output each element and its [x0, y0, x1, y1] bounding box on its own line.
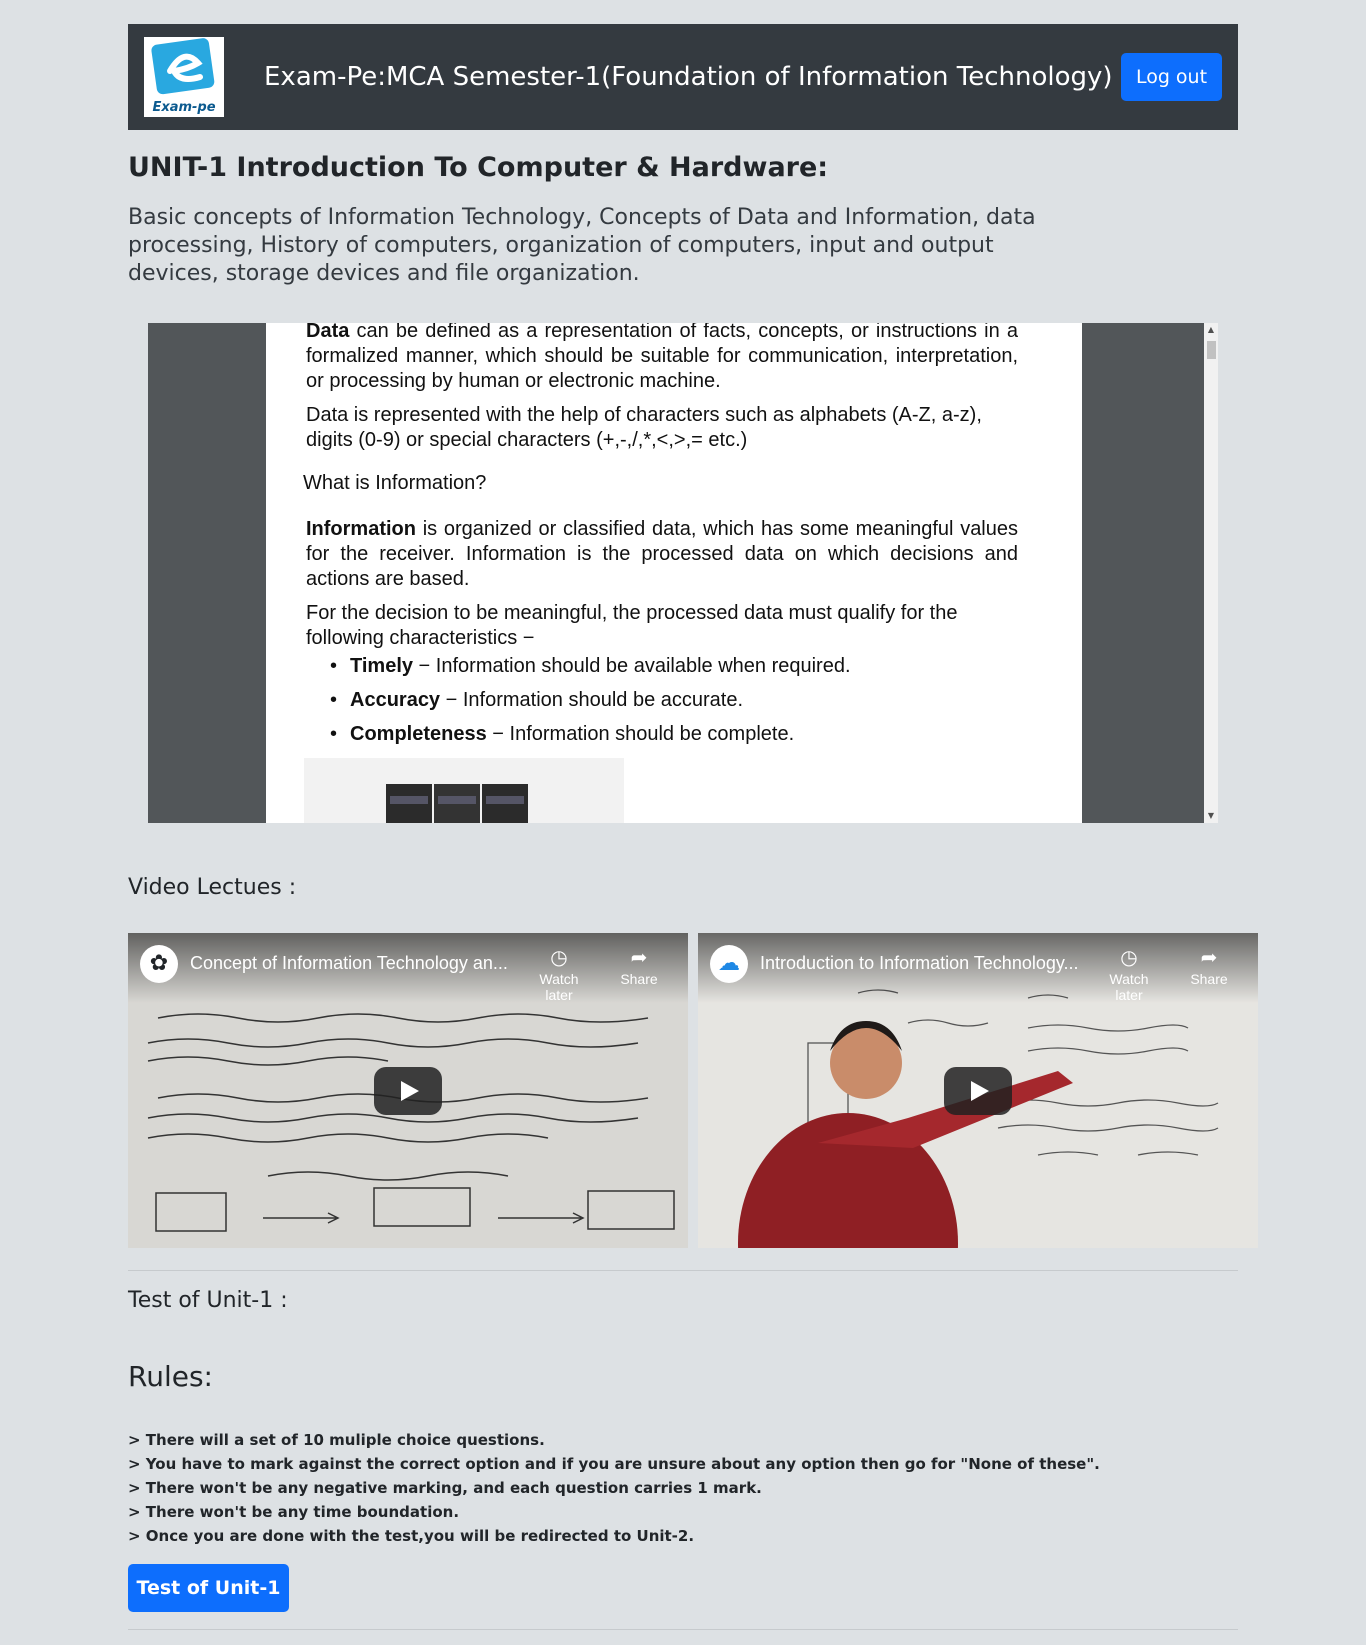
- rule-item: > There won't be any negative marking, a…: [128, 1479, 762, 1497]
- video-title[interactable]: Concept of Information Technology an...: [190, 953, 510, 974]
- list-item: • Completeness − Information should be co…: [306, 717, 1018, 751]
- rule-item: > There won't be any time boundation.: [128, 1503, 460, 1521]
- site-title: Exam-Pe:MCA Semester-1(Foundation of Inf…: [264, 62, 1113, 92]
- watch-later-button[interactable]: ◷ Watch later: [1094, 945, 1164, 1003]
- rules-list: > There will a set of 10 muliple choice …: [128, 1428, 1100, 1548]
- computer-units-icon: [386, 784, 528, 823]
- play-button[interactable]: [374, 1067, 442, 1115]
- watch-later-button[interactable]: ◷ Watch later: [524, 945, 594, 1003]
- share-button[interactable]: ➦ Share: [1174, 945, 1244, 987]
- divider: [128, 1629, 1238, 1630]
- scroll-thumb[interactable]: [1207, 341, 1216, 359]
- logo-text: Exam-pe: [152, 100, 216, 115]
- cloud-play-icon[interactable]: ☁: [710, 945, 748, 983]
- pdf-text: − Information should be complete.: [486, 723, 795, 745]
- pdf-scrollbar[interactable]: ▲ ▼: [1204, 323, 1218, 823]
- share-arrow-icon: ➦: [630, 947, 648, 969]
- pdf-term-data: Data: [306, 323, 350, 342]
- pdf-text: − Information should be available when r…: [413, 655, 851, 677]
- play-button[interactable]: [944, 1067, 1012, 1115]
- test-section-label: Test of Unit-1 :: [128, 1288, 288, 1313]
- pdf-term: Accuracy: [350, 689, 441, 711]
- pdf-characteristics-list: • Timely − Information should be availabl…: [306, 649, 1018, 751]
- share-label: Share: [1190, 971, 1228, 987]
- site-header: Exam-pe Exam-Pe:MCA Semester-1(Foundatio…: [128, 24, 1238, 130]
- share-button[interactable]: ➦ Share: [604, 945, 674, 987]
- pdf-term: Completeness: [350, 723, 487, 745]
- clock-icon: ◷: [1120, 947, 1138, 969]
- logo-e-icon: [151, 38, 215, 95]
- video-section-label: Video Lectues :: [128, 875, 297, 900]
- start-test-button[interactable]: Test of Unit-1: [128, 1564, 289, 1612]
- flower-icon[interactable]: ✿: [140, 945, 178, 983]
- watch-later-label: Watch later: [539, 971, 579, 1003]
- pdf-viewer[interactable]: Data can be defined as a representation …: [148, 323, 1218, 823]
- video-title[interactable]: Introduction to Information Technology..…: [760, 953, 1080, 974]
- pdf-paragraph-information: Information is organized or classified d…: [306, 517, 1018, 592]
- share-label: Share: [620, 971, 658, 987]
- unit-title: UNIT-1 Introduction To Computer & Hardwa…: [128, 152, 829, 183]
- list-item: • Accuracy − Information should be accura…: [306, 683, 1018, 717]
- pdf-computer-image: [304, 758, 624, 823]
- bullet-icon: •: [330, 723, 338, 745]
- bullet-icon: •: [330, 655, 338, 677]
- logout-button[interactable]: Log out: [1121, 53, 1222, 101]
- divider: [128, 1270, 1238, 1271]
- rule-item: > There will a set of 10 muliple choice …: [128, 1431, 545, 1449]
- pdf-paragraph-representation: Data is represented with the help of cha…: [306, 404, 982, 451]
- site-logo[interactable]: Exam-pe: [144, 37, 224, 117]
- list-item: • Timely − Information should be availabl…: [306, 649, 1018, 683]
- unit-description: Basic concepts of Information Technology…: [128, 205, 1036, 286]
- rules-title: Rules:: [128, 1360, 213, 1393]
- bullet-icon: •: [330, 689, 338, 711]
- scroll-down-arrow-icon[interactable]: ▼: [1204, 809, 1218, 823]
- video-player-1[interactable]: ✿ Concept of Information Technology an..…: [128, 933, 688, 1248]
- rule-item: > Once you are done with the test,you wi…: [128, 1527, 695, 1545]
- pdf-text: − Information should be accurate.: [440, 689, 744, 711]
- pdf-text: can be defined as a representation of fa…: [306, 323, 1018, 392]
- pdf-paragraph-characteristics: For the decision to be meaningful, the p…: [306, 602, 958, 649]
- watch-later-label: Watch later: [1109, 971, 1149, 1003]
- pdf-heading-information: What is Information?: [303, 472, 487, 494]
- pdf-term-information: Information: [306, 518, 416, 540]
- scroll-up-arrow-icon[interactable]: ▲: [1204, 323, 1218, 337]
- clock-icon: ◷: [550, 947, 568, 969]
- video-player-2[interactable]: ☁ Introduction to Information Technology…: [698, 933, 1258, 1248]
- rule-item: > You have to mark against the correct o…: [128, 1455, 1100, 1473]
- share-arrow-icon: ➦: [1200, 947, 1218, 969]
- pdf-page: Data can be defined as a representation …: [266, 323, 1082, 823]
- pdf-paragraph-data: Data can be defined as a representation …: [306, 323, 1018, 394]
- pdf-term: Timely: [350, 655, 413, 677]
